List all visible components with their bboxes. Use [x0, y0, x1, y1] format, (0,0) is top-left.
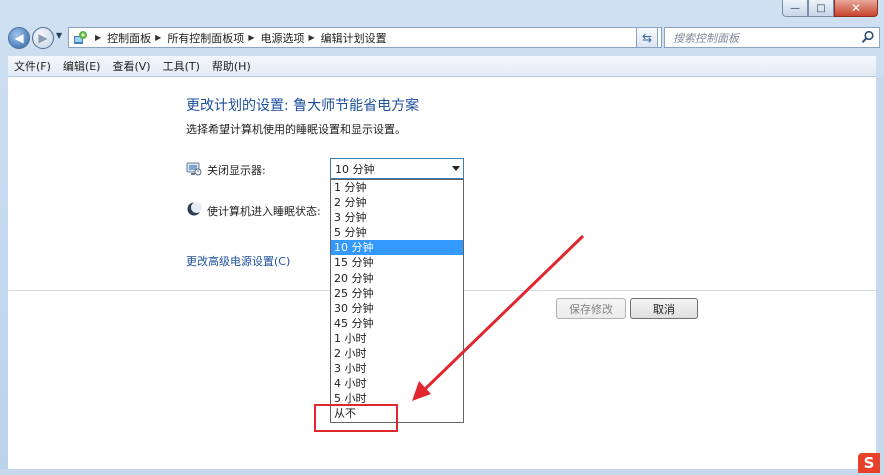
navigation-bar: ◀ ▶ ▼ ▶ 控制面板 ▶ 所有控制面板项 ▶ 电源选项 ▶ 编辑计划设置 ▼… — [6, 25, 880, 51]
refresh-icon: ⇆ — [641, 30, 653, 45]
menu-edit[interactable]: 编辑(E) — [57, 58, 107, 74]
refresh-button[interactable]: ⇆ — [636, 27, 658, 48]
minimize-button[interactable]: — — [782, 0, 808, 17]
watermark-logo-icon: S — [858, 453, 880, 473]
breadcrumb-control-panel[interactable]: 控制面板 — [107, 30, 151, 46]
maximize-icon: □ — [816, 2, 826, 14]
breadcrumb-power-options[interactable]: 电源选项 — [260, 30, 304, 46]
search-input[interactable]: 搜索控制面板 — [673, 30, 739, 46]
forward-button[interactable]: ▶ — [32, 27, 54, 49]
address-bar[interactable]: ▶ 控制面板 ▶ 所有控制面板项 ▶ 电源选项 ▶ 编辑计划设置 ▼ — [68, 27, 662, 48]
breadcrumb-chevron-icon[interactable]: ▶ — [308, 33, 314, 42]
minimize-icon: — — [790, 2, 800, 14]
back-arrow-icon: ◀ — [14, 31, 24, 45]
forward-arrow-icon: ▶ — [38, 31, 48, 45]
menu-file[interactable]: 文件(F) — [8, 58, 57, 74]
maximize-button[interactable]: □ — [808, 0, 834, 17]
breadcrumb-chevron-icon[interactable]: ▶ — [155, 33, 161, 42]
menu-view[interactable]: 查看(V) — [106, 58, 156, 74]
control-panel-icon — [71, 29, 89, 47]
window-border-right — [876, 77, 884, 469]
search-box[interactable]: 搜索控制面板 — [664, 27, 880, 48]
menu-tools[interactable]: 工具(T) — [157, 58, 206, 74]
window-border-bottom — [0, 469, 884, 475]
annotation-arrow — [412, 234, 585, 401]
menu-bar: 文件(F) 编辑(E) 查看(V) 工具(T) 帮助(H) — [8, 56, 876, 77]
close-icon: ✕ — [850, 1, 862, 15]
menu-help[interactable]: 帮助(H) — [206, 58, 257, 74]
breadcrumb-chevron-icon[interactable]: ▶ — [248, 33, 254, 42]
breadcrumb-root-chevron-icon[interactable]: ▶ — [95, 33, 101, 42]
caption-buttons: — □ ✕ — [782, 0, 878, 18]
search-icon[interactable] — [861, 30, 875, 44]
close-button[interactable]: ✕ — [834, 0, 878, 17]
recent-pages-chevron-icon[interactable]: ▼ — [56, 31, 62, 40]
breadcrumb-edit-plan[interactable]: 编辑计划设置 — [321, 30, 387, 46]
breadcrumb-all-items[interactable]: 所有控制面板项 — [167, 30, 244, 46]
back-button[interactable]: ◀ — [8, 27, 30, 49]
content-pane: 更改计划的设置: 鲁大师节能省电方案 选择希望计算机使用的睡眠设置和显示设置。 … — [8, 77, 876, 469]
